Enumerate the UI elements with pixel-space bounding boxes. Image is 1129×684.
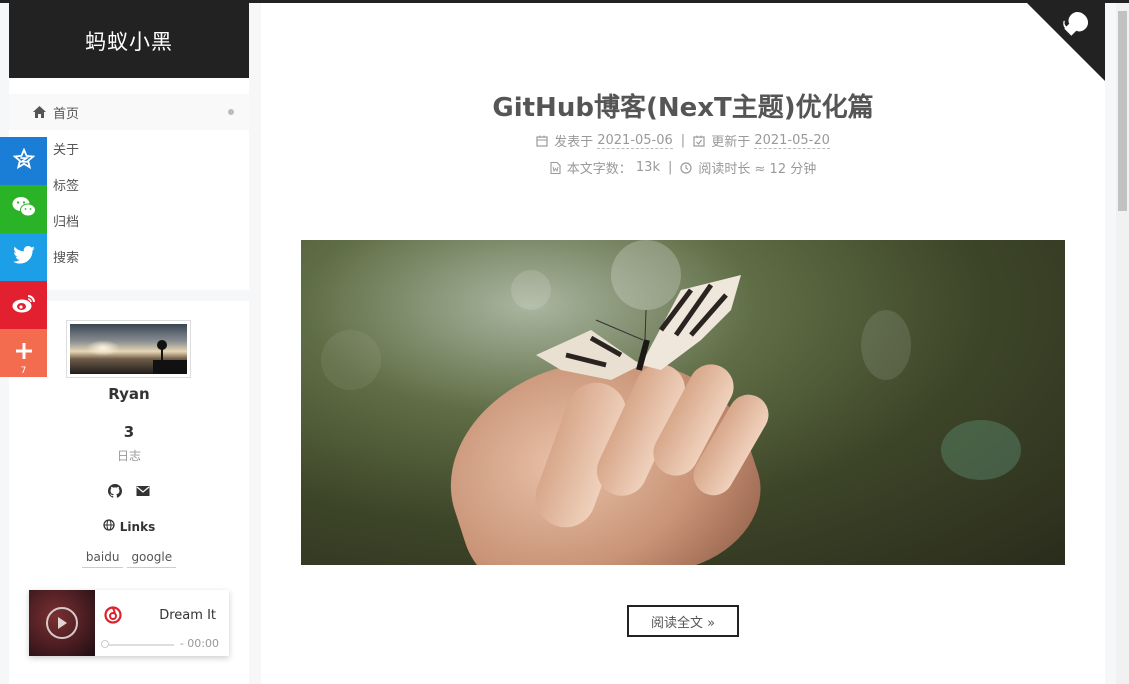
weibo-icon <box>12 293 36 317</box>
site-brand[interactable]: 蚂蚁小黑 <box>9 3 249 78</box>
post-container: GitHub博客(NexT主题)优化篇 发表于 2021-05-06 | 更新于… <box>261 3 1105 684</box>
track-title: Dream It <box>159 608 216 623</box>
post-title[interactable]: GitHub博客(NexT主题)优化篇 <box>261 87 1105 124</box>
page-scrollbar[interactable] <box>1116 3 1129 684</box>
menu-item-label: 关于 <box>53 142 80 158</box>
share-count: 7 <box>20 366 27 376</box>
track-time: - 00:00 <box>179 637 219 650</box>
email-icon[interactable] <box>136 484 150 498</box>
plus-icon <box>15 343 32 363</box>
share-more-button[interactable]: 7 <box>0 329 47 377</box>
github-icon[interactable] <box>108 484 122 498</box>
menu-item-label: 标签 <box>53 178 80 194</box>
menu-item-label: 搜索 <box>53 250 80 266</box>
site-title[interactable]: 蚂蚁小黑 <box>85 26 173 56</box>
menu-item-label: 首页 <box>53 106 80 122</box>
read-more-button[interactable]: 阅读全文 » <box>627 605 739 637</box>
github-corner[interactable] <box>1027 3 1105 81</box>
active-indicator <box>228 109 234 115</box>
published-date: 2021-05-06 <box>597 132 673 149</box>
home-icon <box>31 104 47 120</box>
progress-handle[interactable] <box>101 640 109 648</box>
file-word-icon <box>550 161 561 174</box>
netease-music-icon <box>104 606 122 628</box>
share-wechat-button[interactable] <box>0 185 47 233</box>
post-cover-image <box>301 240 1065 565</box>
posts-label[interactable]: 日志 <box>9 447 249 464</box>
updated-date: 2021-05-20 <box>754 132 830 149</box>
avatar-image <box>70 324 187 374</box>
social-links <box>9 484 249 498</box>
play-icon <box>58 617 67 629</box>
wordcount-value: 13k <box>635 160 660 175</box>
album-cover[interactable] <box>29 590 95 656</box>
twitter-icon <box>12 246 35 268</box>
avatar <box>66 320 191 378</box>
readtime-value: 12 分钟 <box>769 162 817 177</box>
music-player: Dream It - 00:00 <box>29 590 229 656</box>
globe-icon <box>103 519 115 534</box>
play-button[interactable] <box>46 607 78 639</box>
top-border <box>0 0 1129 3</box>
author-name: Ryan <box>108 385 150 403</box>
clock-icon <box>680 161 692 174</box>
blogroll: baidu google <box>9 548 249 568</box>
qzone-star-icon <box>12 147 35 174</box>
wechat-icon <box>12 196 36 222</box>
wordcount-label: 本文字数： <box>566 162 632 177</box>
share-weibo-button[interactable] <box>0 281 47 329</box>
updated-label: 更新于 <box>711 135 751 150</box>
posts-count[interactable]: 3 <box>9 423 249 441</box>
menu-item-label: 归档 <box>53 214 80 230</box>
share-bar: 7 <box>0 137 47 377</box>
post-meta-stats: 本文字数： 13k | 阅读时长 ≈ 12 分钟 <box>261 158 1105 177</box>
share-twitter-button[interactable] <box>0 233 47 281</box>
links-title: Links <box>119 519 156 534</box>
published-label: 发表于 <box>554 135 594 150</box>
github-cat-icon <box>1027 3 1105 81</box>
meta-divider: | <box>667 160 673 175</box>
share-qzone-button[interactable] <box>0 137 47 185</box>
calendar-icon <box>536 135 548 147</box>
post-meta-dates: 发表于 2021-05-06 | 更新于 2021-05-20 <box>261 131 1105 150</box>
links-heading: Links <box>9 519 249 534</box>
progress-bar[interactable] <box>104 644 174 646</box>
link-google[interactable]: google <box>127 548 177 568</box>
readtime-label: 阅读时长 ≈ <box>698 162 766 177</box>
scrollbar-thumb[interactable] <box>1118 11 1127 211</box>
menu-item-home[interactable]: 首页 <box>9 94 249 130</box>
player-info: Dream It - 00:00 <box>95 590 229 656</box>
meta-divider: | <box>680 133 686 148</box>
calendar-check-icon <box>693 135 705 147</box>
link-baidu[interactable]: baidu <box>81 548 124 568</box>
